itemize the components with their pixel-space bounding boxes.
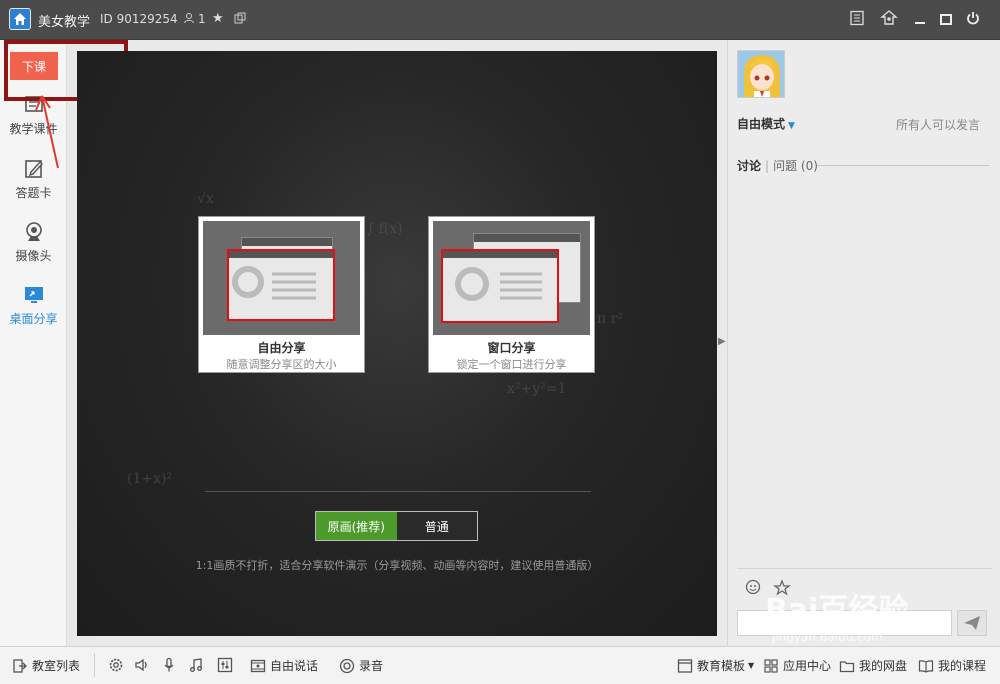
chalk-decoration: π r² bbox=[597, 311, 623, 327]
sidebar-item-label: 桌面分享 bbox=[9, 312, 58, 326]
window-share-thumbnail bbox=[433, 221, 590, 335]
record-label: 录音 bbox=[359, 659, 384, 673]
chevron-down-icon: ▼ bbox=[748, 661, 755, 670]
camera-icon bbox=[23, 221, 45, 243]
free-share-desc: 随意调整分享区的大小 bbox=[226, 358, 337, 371]
grid-icon bbox=[764, 658, 778, 673]
power-icon[interactable] bbox=[965, 10, 983, 28]
star-icon[interactable]: ★ bbox=[212, 11, 224, 26]
window-share-title: 窗口分享 bbox=[487, 341, 536, 355]
exit-icon bbox=[13, 658, 27, 673]
window-share-card[interactable]: 窗口分享 锁定一个窗口进行分享 bbox=[428, 216, 595, 373]
avatar[interactable] bbox=[737, 50, 785, 98]
sidebar-item-camera[interactable]: 摄像头 bbox=[0, 221, 67, 277]
folder-icon bbox=[839, 660, 855, 672]
bottom-toolbar: 教室列表 自由说话 录音 教育模板 ▼ 应用中心 我的网盘 我的课程 bbox=[0, 646, 1000, 684]
tab-separator: | bbox=[765, 159, 770, 173]
chalk-decoration: (1+x)² bbox=[127, 471, 173, 487]
my-course-label: 我的课程 bbox=[938, 659, 987, 673]
chevron-down-icon: ▼ bbox=[788, 121, 795, 131]
microphone-button[interactable] bbox=[161, 657, 181, 673]
emoji-icon[interactable] bbox=[745, 579, 763, 600]
mode-note: 所有人可以发言 bbox=[895, 118, 980, 132]
tab-discuss[interactable]: 讨论 bbox=[737, 159, 761, 173]
watermark-url: jingyan.baidu.com bbox=[772, 630, 883, 644]
window-share-desc: 锁定一个窗口进行分享 bbox=[456, 358, 567, 371]
template-icon bbox=[677, 658, 693, 673]
classroom-list-label: 教室列表 bbox=[32, 659, 81, 673]
music-button[interactable] bbox=[188, 657, 208, 673]
watermark-logo: Bai百经验 bbox=[765, 593, 909, 628]
send-button[interactable] bbox=[957, 610, 987, 636]
mode-label: 自由模式 bbox=[737, 117, 786, 131]
chalk-decoration: ∫ f(x) bbox=[367, 221, 403, 237]
tab-underline bbox=[817, 165, 989, 166]
free-share-thumbnail bbox=[203, 221, 360, 335]
mode-dropdown[interactable]: 自由模式 ▼ bbox=[737, 115, 795, 132]
microphone-icon bbox=[164, 657, 174, 672]
chalk-decoration: x²+y²=1 bbox=[507, 381, 567, 397]
skin-icon[interactable] bbox=[880, 10, 898, 28]
selection-frame bbox=[227, 249, 335, 321]
copy-link-icon[interactable] bbox=[234, 12, 246, 27]
edu-template-button[interactable]: 教育模板 ▼ bbox=[677, 657, 754, 674]
my-disk-label: 我的网盘 bbox=[859, 659, 908, 673]
speaker-button[interactable] bbox=[134, 657, 154, 673]
chalk-decoration: √x bbox=[197, 191, 214, 207]
tab-question[interactable]: 问题 (0) bbox=[773, 159, 818, 173]
equalizer-icon bbox=[217, 657, 233, 673]
home-logo-icon[interactable] bbox=[9, 8, 31, 30]
right-panel: 自由模式 ▼ 所有人可以发言 讨论 | 问题 (0) bbox=[727, 40, 1000, 646]
tab-question-label: 问题 bbox=[773, 159, 798, 173]
notes-icon[interactable] bbox=[849, 10, 867, 28]
sidebar-item-label: 摄像头 bbox=[15, 249, 52, 263]
app-center-label: 应用中心 bbox=[783, 659, 832, 673]
sidebar-item-label: 答题卡 bbox=[15, 186, 52, 200]
my-disk-button[interactable]: 我的网盘 bbox=[839, 657, 907, 674]
room-id: ID 90129254 bbox=[100, 12, 178, 26]
user-icon bbox=[183, 12, 195, 27]
quality-toggle: 原画(推荐) 普通 bbox=[315, 511, 478, 541]
classroom-list-button[interactable]: 教室列表 bbox=[12, 657, 80, 674]
quality-hint: 1:1画质不打折，适合分享软件演示（分享视频、动画等内容时，建议使用普通版） bbox=[195, 559, 599, 572]
mixer-button[interactable] bbox=[217, 657, 237, 673]
title-bar: 美女教学 ID 90129254 1 ★ bbox=[0, 0, 1000, 40]
collapse-panel-icon[interactable]: ▶ bbox=[718, 336, 726, 350]
app-center-button[interactable]: 应用中心 bbox=[763, 657, 831, 674]
selection-frame bbox=[441, 249, 559, 323]
divider bbox=[205, 491, 591, 492]
settings-button[interactable] bbox=[108, 657, 128, 673]
question-count: (0) bbox=[800, 159, 818, 173]
film-icon bbox=[250, 659, 266, 672]
record-icon bbox=[339, 658, 355, 673]
chat-tabs: 讨论 | 问题 (0) bbox=[737, 157, 989, 174]
edu-template-label: 教育模板 bbox=[697, 659, 746, 673]
share-stage: √x x²+y²=1 (1+x)² ∫ f(x) π r² 自由分享 随意调整分… bbox=[77, 51, 717, 636]
my-course-button[interactable]: 我的课程 bbox=[918, 657, 986, 674]
free-share-card[interactable]: 自由分享 随意调整分享区的大小 bbox=[198, 216, 365, 373]
send-icon bbox=[964, 616, 980, 630]
desktop-share-icon bbox=[23, 284, 45, 306]
annotation-arrow bbox=[35, 95, 59, 169]
free-speech-label: 自由说话 bbox=[270, 659, 319, 673]
music-note-icon bbox=[190, 658, 202, 672]
minimize-icon[interactable] bbox=[912, 10, 930, 28]
sidebar-item-desktop-share[interactable]: 桌面分享 bbox=[0, 284, 67, 340]
gear-icon bbox=[109, 658, 123, 672]
normal-quality-button[interactable]: 普通 bbox=[396, 512, 477, 540]
record-button[interactable]: 录音 bbox=[339, 657, 383, 674]
free-share-title: 自由分享 bbox=[257, 341, 306, 355]
free-speech-button[interactable]: 自由说话 bbox=[250, 657, 318, 674]
app-title: 美女教学 bbox=[38, 15, 91, 30]
user-count: 1 bbox=[198, 12, 206, 26]
maximize-icon[interactable] bbox=[938, 10, 956, 28]
speaker-icon bbox=[135, 658, 147, 672]
original-quality-button[interactable]: 原画(推荐) bbox=[316, 512, 397, 540]
book-icon bbox=[918, 659, 934, 673]
